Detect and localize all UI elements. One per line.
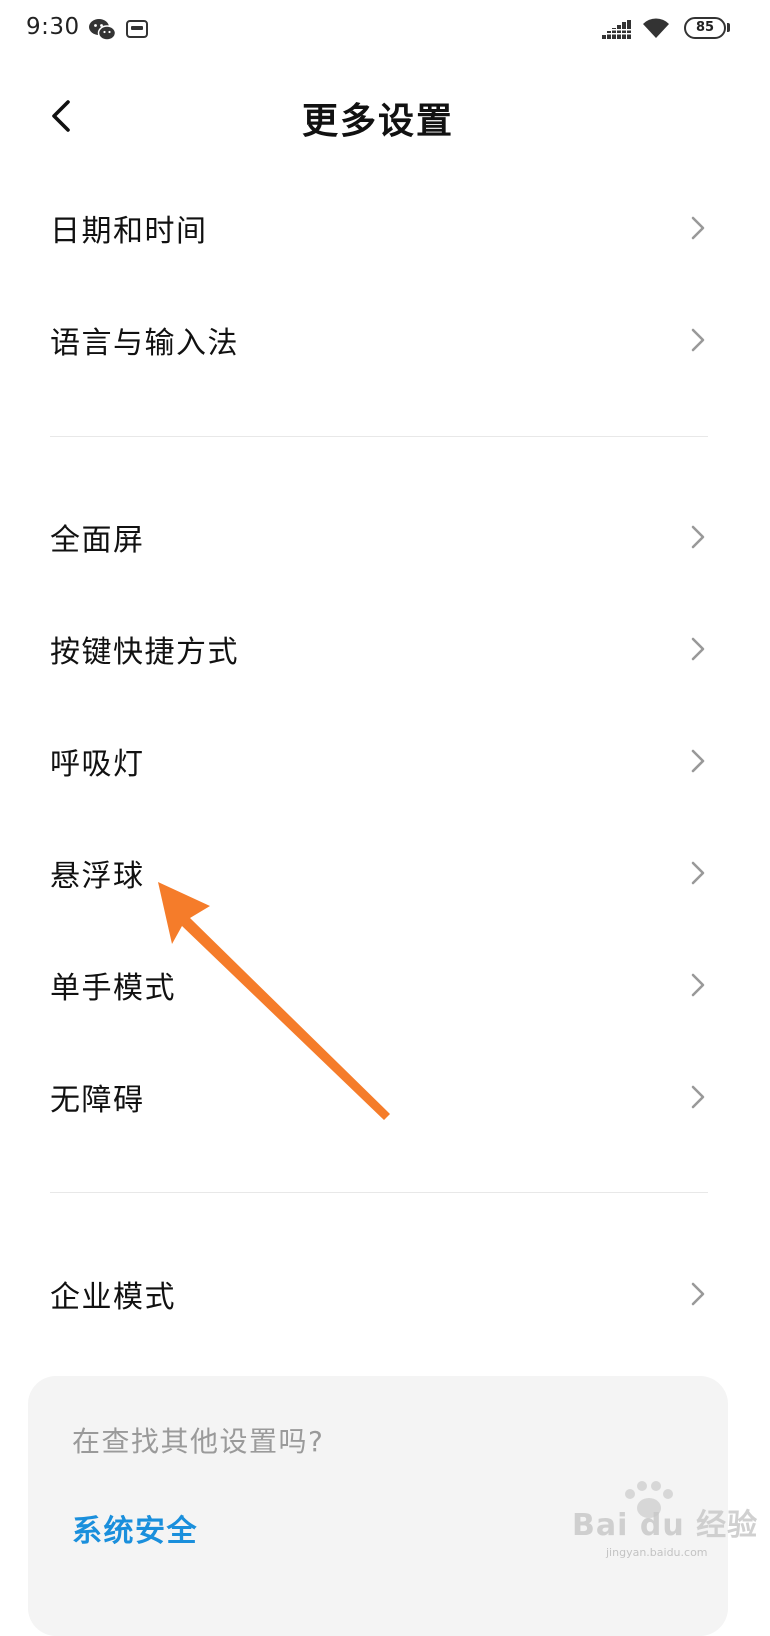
chevron-right-icon: [691, 861, 705, 885]
settings-item-button-shortcuts[interactable]: 按键快捷方式: [0, 593, 770, 705]
settings-item-label: 呼吸灯: [50, 747, 145, 782]
settings-item-language-input[interactable]: 语言与输入法: [0, 284, 770, 396]
chevron-right-icon: [691, 973, 705, 997]
section-divider: [50, 436, 708, 437]
battery-icon: 85: [684, 17, 726, 39]
watermark-url: jingyan.baidu.com: [606, 1546, 708, 1559]
settings-item-label: 日期和时间: [50, 214, 208, 249]
chevron-right-icon: [691, 328, 705, 352]
watermark-brand: Bai du 经验: [572, 1508, 759, 1543]
settings-item-enterprise-mode[interactable]: 企业模式: [0, 1238, 770, 1350]
section-divider: [50, 1192, 708, 1193]
page-title: 更多设置: [301, 101, 454, 142]
suggestion-link-system-security[interactable]: 系统安全: [72, 1506, 198, 1550]
battery-level: 85: [695, 20, 715, 35]
settings-item-label: 语言与输入法: [50, 326, 239, 361]
signal-icon: [602, 20, 632, 39]
settings-item-label: 悬浮球: [50, 859, 145, 894]
annotation-arrow-icon: [158, 882, 390, 1120]
settings-item-date-time[interactable]: 日期和时间: [0, 172, 770, 284]
suggestion-prompt: 在查找其他设置吗?: [72, 1425, 325, 1458]
chevron-right-icon: [691, 1282, 705, 1306]
wifi-icon: [643, 18, 669, 38]
voicemail-icon: [126, 20, 148, 38]
status-time: 9:30: [26, 14, 80, 40]
settings-item-full-screen[interactable]: 全面屏: [0, 481, 770, 593]
settings-item-label: 全面屏: [50, 523, 145, 558]
status-bar: 9:30 85: [0, 0, 770, 60]
chevron-right-icon: [691, 216, 705, 240]
wechat-icon: [89, 19, 116, 41]
settings-item-label: 无障碍: [50, 1083, 145, 1118]
chevron-right-icon: [691, 1085, 705, 1109]
chevron-right-icon: [691, 525, 705, 549]
settings-item-notification-light[interactable]: 呼吸灯: [0, 705, 770, 817]
settings-item-label: 按键快捷方式: [50, 635, 239, 670]
chevron-right-icon: [691, 637, 705, 661]
battery-tip: [727, 23, 730, 32]
settings-item-label: 企业模式: [50, 1280, 176, 1315]
chevron-right-icon: [691, 749, 705, 773]
